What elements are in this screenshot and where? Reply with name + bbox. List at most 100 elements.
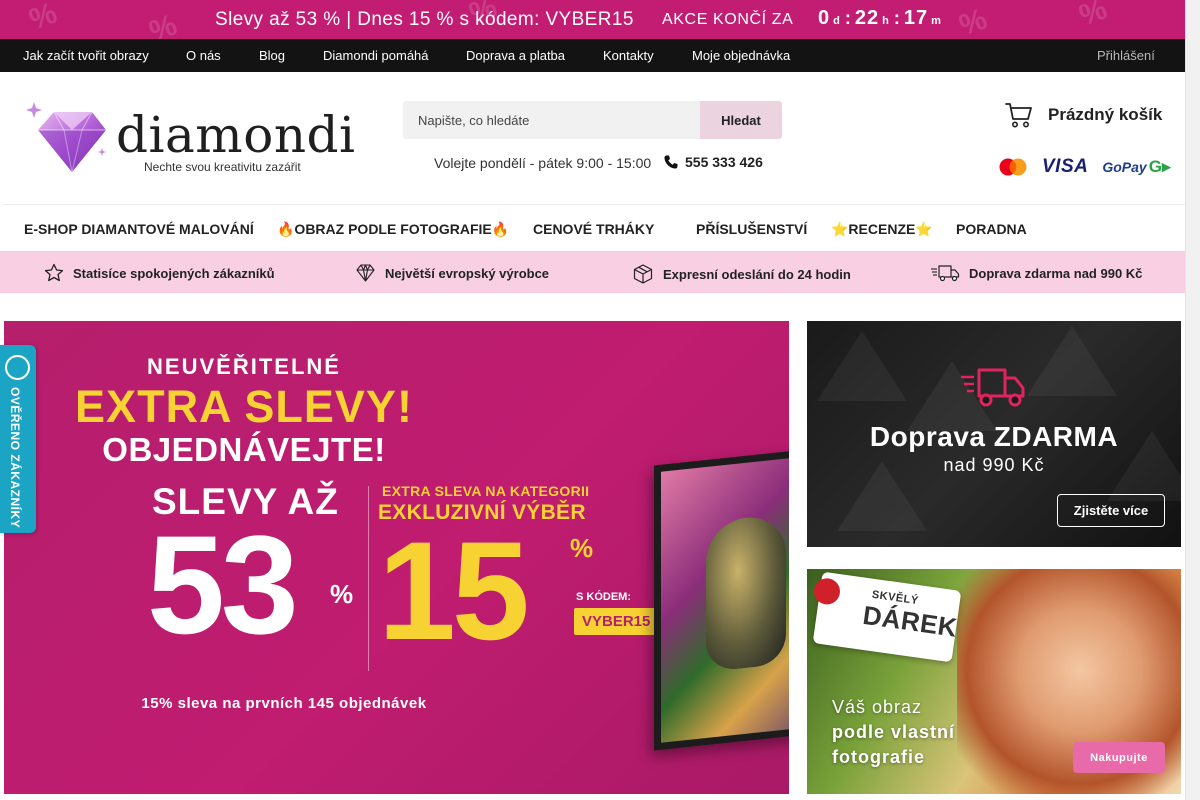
photo-banner-line-3: fotografie <box>832 747 925 767</box>
promo-akce-label: AKCE KONČÍ ZA <box>662 11 794 28</box>
category-eshop[interactable]: E-SHOP DIAMANTOVÉ MALOVÁNÍ <box>24 221 254 237</box>
topnav-link-moje-objednavka[interactable]: Moje objednávka <box>692 48 790 63</box>
percent-decoration: % <box>954 2 992 39</box>
cart-label: Prázdný košík <box>1048 105 1163 124</box>
login-link[interactable]: Přihlášení <box>1097 48 1155 63</box>
learn-more-button[interactable]: Zjistěte více <box>1057 494 1165 527</box>
banner-headline-3: OBJEDNÁVEJTE! <box>102 431 386 468</box>
verified-badge-text: OVĚŘENO ZÁKAZNÍKY <box>8 387 22 529</box>
logo-wordmark: diamondi <box>116 106 356 164</box>
usp-label: Statisíce spokojených zákazníků <box>73 265 275 281</box>
photo-banner-line-2: podle vlastní <box>832 722 956 742</box>
banner-footer-text: 15% sleva na prvních 145 objednávek <box>141 695 427 712</box>
phone-hours-text: Volejte pondělí - pátek 9:00 - 15:00 <box>434 155 652 171</box>
shipping-banner-subtitle: nad 990 Kč <box>943 455 1045 475</box>
search-input[interactable] <box>403 101 700 139</box>
photo-banner-line-1: Váš obraz <box>832 697 923 717</box>
usp-label: Největší evropský výrobce <box>385 265 550 281</box>
pattern-triangle <box>1027 326 1117 396</box>
star-icon <box>44 263 64 282</box>
top-navigation: Jak začít tvořit obrazy O nás Blog Diamo… <box>0 39 1185 72</box>
banner-category-line-1: EXTRA SLEVA NA KATEGORII <box>382 483 590 499</box>
site-logo[interactable]: diamondi Nechte svou kreativitu zazářit <box>24 96 356 176</box>
visa-logo: VISA <box>1042 156 1089 177</box>
countdown-hours-unit: h <box>882 15 889 27</box>
usp-bar: Statisíce spokojených zákazníků Největší… <box>0 251 1185 293</box>
countdown-hours: 22 <box>854 7 880 29</box>
logo-tagline: Nechte svou kreativitu zazářit <box>144 160 301 174</box>
shipping-banner-title: Doprava ZDARMA <box>869 421 1119 452</box>
usp-item: Doprava zdarma nad 990 Kč <box>930 263 1142 283</box>
category-obraz-podle-fotografie[interactable]: 🔥OBRAZ PODLE FOTOGRAFIE🔥 <box>277 221 509 238</box>
countdown-days-unit: d <box>833 15 840 27</box>
banner-divider <box>368 486 369 671</box>
verified-seal-icon <box>5 355 30 380</box>
diamond-icon <box>356 264 375 282</box>
diamond-logo-icon <box>26 102 106 173</box>
countdown-days: 0 <box>818 7 831 29</box>
search-button[interactable]: Hledat <box>700 101 782 139</box>
banner-code-discount: 15 <box>378 512 530 669</box>
category-recenze[interactable]: ⭐RECENZE⭐ <box>831 221 933 238</box>
banner-discount-code: VYBER15 <box>574 608 659 635</box>
usp-label: Expresní odeslání do 24 hodin <box>663 266 851 282</box>
cart-icon <box>1005 103 1032 128</box>
topnav-link-doprava-platba[interactable]: Doprava a platba <box>466 48 565 63</box>
percent-decoration: % <box>1074 0 1112 33</box>
countdown-minutes: 17 <box>903 7 929 29</box>
ribbon-bow-icon <box>812 576 842 607</box>
package-icon <box>633 264 653 284</box>
phone-contact[interactable]: 555 333 426 <box>663 154 763 170</box>
countdown-minutes-unit: m <box>931 15 941 27</box>
topnav-link-o-nas[interactable]: O nás <box>186 48 221 63</box>
category-poradna[interactable]: PORADNA <box>956 221 1027 237</box>
painting-canvas <box>661 454 789 743</box>
category-navigation: E-SHOP DIAMANTOVÉ MALOVÁNÍ 🔥OBRAZ PODLE … <box>2 204 1185 251</box>
verified-by-customers-badge[interactable]: OVĚŘENO ZÁKAZNÍKY <box>0 345 36 533</box>
countdown-separator: : <box>893 8 900 28</box>
main-promo-banner[interactable]: NEUVĚŘITELNÉ EXTRA SLEVY! OBJEDNÁVEJTE! … <box>4 321 789 794</box>
banner-percent-sign: % <box>570 533 594 563</box>
banner-headline-2: EXTRA SLEVY! <box>75 381 413 432</box>
topnav-link-diamondi-pomaha[interactable]: Diamondi pomáhá <box>323 48 429 63</box>
cart-button[interactable]: Prázdný košík <box>1004 100 1162 130</box>
countdown-timer: 0 d : 22 h : 17 m <box>818 7 946 30</box>
shop-now-button[interactable]: Nakupujte <box>1073 742 1165 773</box>
mastercard-icon <box>999 158 1027 176</box>
percent-decoration: % <box>24 0 62 37</box>
custom-photo-banner[interactable]: SKVĚLÝ DÁREK Váš obraz podle vlastní fot… <box>807 569 1181 794</box>
page-scrollbar[interactable] <box>1185 0 1200 800</box>
usp-item: Expresní odeslání do 24 hodin <box>632 263 851 285</box>
phone-number[interactable]: 555 333 426 <box>685 154 763 170</box>
usp-item: Největší evropský výrobce <box>355 263 549 283</box>
phone-icon <box>664 155 678 169</box>
usp-label: Doprava zdarma nad 990 Kč <box>969 265 1143 281</box>
category-prislusenstvi[interactable]: PŘÍSLUŠENSTVÍ <box>696 221 807 237</box>
delivery-truck-icon <box>931 265 960 282</box>
delivery-truck-icon <box>961 368 1025 407</box>
usp-item: Statisíce spokojených zákazníků <box>44 263 275 283</box>
topnav-link-kontakty[interactable]: Kontakty <box>603 48 654 63</box>
payment-logos: VISA GoPay G▸ <box>998 156 1170 178</box>
topnav-link-blog[interactable]: Blog <box>259 48 285 63</box>
category-cenove-trhaky[interactable]: CENOVÉ TRHÁKY <box>533 221 654 237</box>
banner-big-discount: 53 <box>147 506 299 663</box>
buddha-painting-image <box>654 446 789 751</box>
search-form: Hledat <box>403 101 782 139</box>
gift-tag: SKVĚLÝ DÁREK <box>812 571 962 663</box>
countdown-separator: : <box>844 8 851 28</box>
gopay-text: GoPay <box>1102 159 1147 175</box>
buddha-face <box>706 513 786 672</box>
gopay-logo: GoPay G▸ <box>1102 157 1170 177</box>
pattern-triangle <box>817 331 907 401</box>
banner-code-label: S KÓDEM: <box>576 591 631 603</box>
gopay-g-icon: G▸ <box>1148 157 1171 176</box>
promo-text[interactable]: Slevy až 53 % | Dnes 15 % s kódem: VYBER… <box>215 9 634 31</box>
topnav-link-jak-zacit[interactable]: Jak začít tvořit obrazy <box>23 48 149 63</box>
promo-bar: % % % % % Slevy až 53 % | Dnes 15 % s kó… <box>0 0 1185 39</box>
gift-tag-big: DÁREK <box>861 599 960 643</box>
banner-percent-sign: % <box>330 579 354 609</box>
banner-headline-1: NEUVĚŘITELNÉ <box>147 354 341 379</box>
free-shipping-banner[interactable]: Doprava ZDARMA nad 990 Kč Zjistěte více <box>807 321 1181 547</box>
percent-decoration: % <box>144 8 182 39</box>
